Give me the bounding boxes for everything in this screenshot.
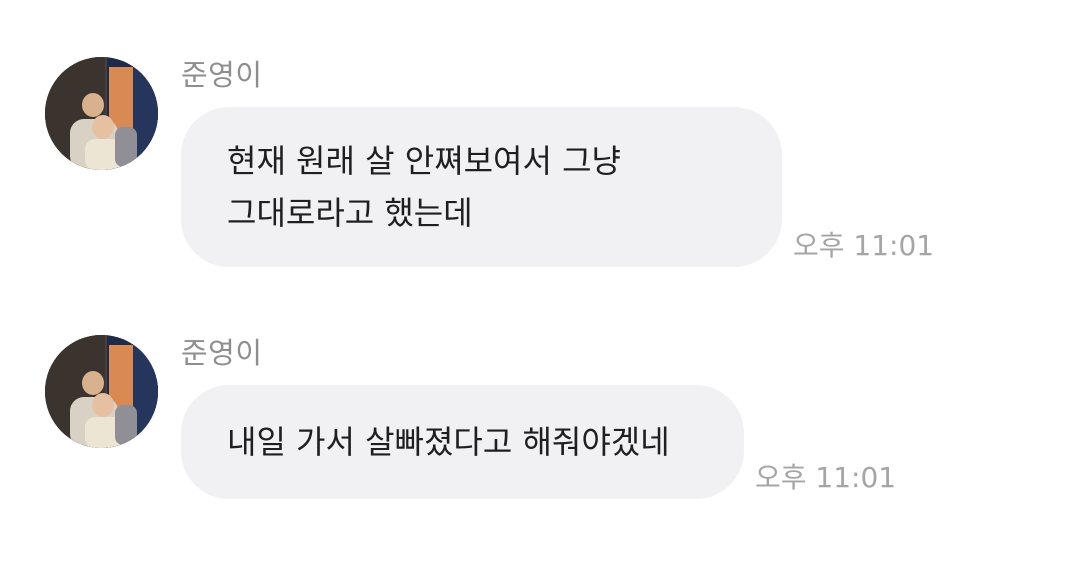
profile-photo — [45, 57, 158, 170]
message-text: 현재 원래 살 안쪄보여서 그냥 그대로라고 했는데 — [227, 142, 621, 232]
message-text: 내일 가서 살빠졌다고 해줘야겠네 — [227, 423, 670, 461]
profile-photo — [45, 335, 158, 448]
avatar[interactable] — [45, 335, 158, 448]
message-timestamp: 오후 11:01 — [755, 461, 897, 494]
sender-name: 준영이 — [181, 336, 263, 370]
sender-name: 준영이 — [181, 58, 263, 92]
avatar[interactable] — [45, 57, 158, 170]
message-bubble[interactable]: 현재 원래 살 안쪄보여서 그냥 그대로라고 했는데 — [181, 107, 782, 267]
message-timestamp: 오후 11:01 — [793, 229, 935, 262]
message-bubble[interactable]: 내일 가서 살빠졌다고 해줘야겠네 — [181, 385, 744, 499]
